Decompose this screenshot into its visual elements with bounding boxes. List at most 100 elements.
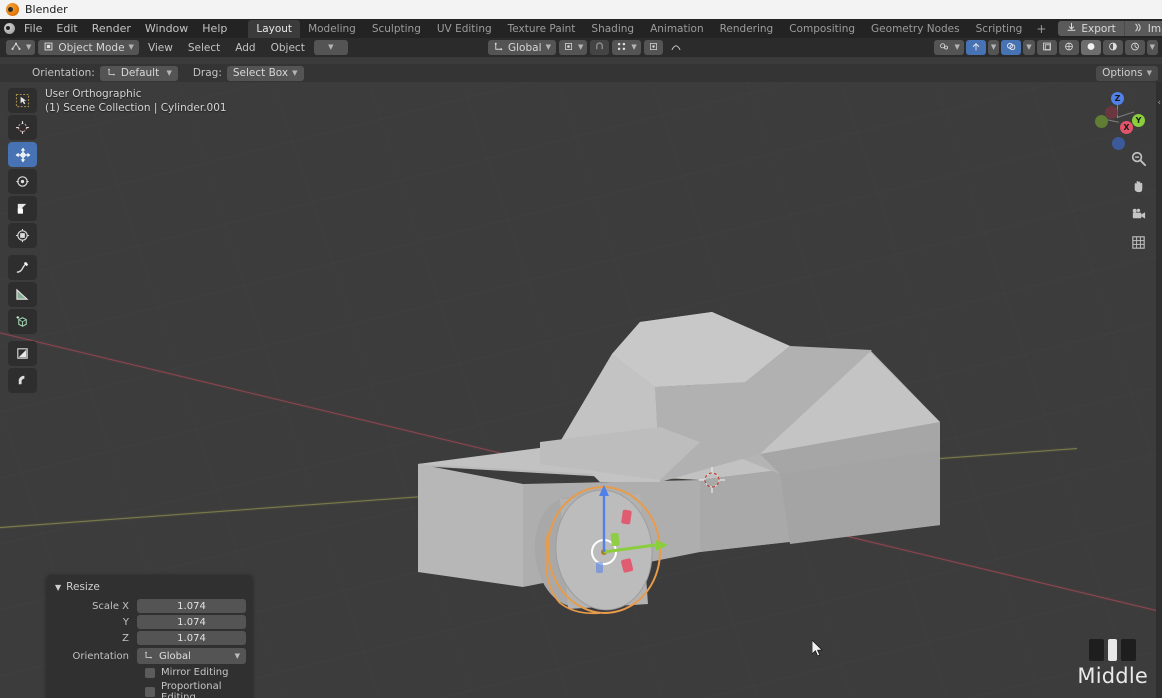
field-value[interactable]: 1.074 [137, 615, 246, 629]
gizmo-axis-x[interactable]: X [1120, 121, 1133, 134]
visibility-filter-button[interactable]: ▼ [934, 40, 964, 55]
mouse-indicator-label: Middle [1077, 664, 1148, 688]
gizmo-axis-neg-z[interactable] [1112, 137, 1125, 150]
shading-solid-button[interactable] [1080, 40, 1101, 55]
workspace-tabs: Layout Modeling Sculpting UV Editing Tex… [248, 19, 1052, 38]
tool-scale[interactable] [8, 196, 37, 221]
zoom-icon[interactable] [1128, 148, 1148, 168]
viewport-menu-view[interactable]: View [142, 40, 179, 55]
menu-render[interactable]: Render [85, 20, 138, 37]
pivot-point-selector[interactable]: ▼ [559, 40, 588, 55]
blender-menu-icon[interactable] [4, 21, 15, 36]
export-icon [1066, 22, 1077, 36]
mouse-left-button [1089, 639, 1105, 661]
field-orientation[interactable]: Orientation Global ▼ [53, 648, 246, 664]
gizmo-axis-neg-x[interactable] [1105, 106, 1118, 119]
chevron-down-icon: ▼ [578, 43, 584, 51]
tool-transform[interactable] [8, 223, 37, 248]
tab-texture-paint[interactable]: Texture Paint [500, 20, 584, 38]
visibility-filter-icon [938, 41, 950, 55]
3d-viewport[interactable]: User Orthographic (1) Scene Collection |… [0, 82, 1162, 698]
tab-uv-editing[interactable]: UV Editing [429, 20, 500, 38]
orientation-axis-icon [106, 67, 117, 80]
field-value[interactable]: 1.074 [137, 599, 246, 613]
tab-layout[interactable]: Layout [248, 19, 301, 38]
operator-panel-header[interactable]: ▼ Resize [53, 580, 246, 599]
tab-compositing[interactable]: Compositing [781, 20, 863, 38]
active-object-label: (1) Scene Collection | Cylinder.001 [45, 101, 227, 114]
options-button[interactable]: Options ▼ [1096, 65, 1158, 81]
field-label: Scale X [92, 600, 129, 612]
editor-type-button[interactable]: ▼ [6, 40, 36, 55]
gizmo-toggle-button[interactable] [965, 40, 986, 55]
tab-rendering[interactable]: Rendering [712, 20, 782, 38]
proportional-editing-icon [616, 41, 627, 55]
extra-menu-button[interactable]: ▼ [313, 40, 348, 55]
xray-toggle-button[interactable] [1036, 40, 1057, 55]
snap-target-button[interactable] [643, 40, 663, 55]
menu-window[interactable]: Window [138, 20, 195, 37]
viewport-menu-add[interactable]: Add [229, 40, 261, 55]
tool-add-cube[interactable] [8, 309, 37, 334]
shading-material-button[interactable] [1102, 40, 1123, 55]
tab-sculpting[interactable]: Sculpting [364, 20, 429, 38]
pan-hand-icon[interactable] [1128, 176, 1148, 196]
gizmo-axis-z[interactable]: Z [1111, 92, 1124, 105]
tool-measure[interactable] [8, 282, 37, 307]
viewport-menu-object[interactable]: Object [265, 40, 311, 55]
tab-modeling[interactable]: Modeling [300, 20, 364, 38]
field-label: Y [122, 616, 129, 628]
tab-geometry-nodes[interactable]: Geometry Nodes [863, 20, 968, 38]
tool-tweak-select[interactable] [8, 88, 37, 113]
transform-orientation-selector[interactable]: Global ▼ [488, 40, 556, 55]
field-value[interactable]: 1.074 [137, 631, 246, 645]
snap-toggle-button[interactable] [590, 40, 610, 55]
import-button[interactable]: Import [1123, 21, 1162, 36]
overlays-toggle-button[interactable] [1001, 40, 1022, 55]
checkbox-proportional-editing[interactable]: Proportional Editing [53, 681, 246, 698]
checkbox-mirror-editing[interactable]: Mirror Editing [53, 667, 246, 678]
orientation-dropdown[interactable]: Global ▼ [137, 648, 246, 664]
tool-shear[interactable] [8, 341, 37, 366]
checkbox-box[interactable] [145, 667, 155, 678]
camera-view-icon[interactable] [1128, 204, 1148, 224]
field-scale-x[interactable]: Scale X 1.074 [53, 599, 246, 613]
tool-spin[interactable] [8, 368, 37, 393]
tool-annotate[interactable] [8, 255, 37, 280]
menu-edit[interactable]: Edit [49, 20, 84, 37]
field-scale-z[interactable]: Z 1.074 [53, 631, 246, 645]
orientation-selector[interactable]: Default ▼ [99, 65, 178, 81]
overlays-dropdown[interactable]: ▼ [1023, 40, 1035, 55]
toggle-orthographic-icon[interactable] [1128, 232, 1148, 252]
proportional-editing-button[interactable]: ▼ [612, 40, 641, 55]
shading-wireframe-button[interactable] [1058, 40, 1079, 55]
export-button[interactable]: Export [1058, 21, 1124, 36]
add-workspace-button[interactable]: + [1030, 20, 1052, 38]
falloff-curve-button[interactable] [666, 40, 686, 55]
gizmo-axis-y[interactable]: Y [1132, 114, 1145, 127]
field-scale-y[interactable]: Y 1.074 [53, 615, 246, 629]
shading-dropdown[interactable]: ▼ [1146, 40, 1158, 55]
drag-mode-selector[interactable]: Select Box ▼ [226, 65, 304, 81]
mouse-right-button [1121, 639, 1137, 661]
shading-rendered-button[interactable] [1124, 40, 1145, 55]
tool-move[interactable] [8, 142, 37, 167]
transform-orientation-label: Global [508, 41, 542, 54]
tool-rotate[interactable] [8, 169, 37, 194]
viewport-menu-select[interactable]: Select [182, 40, 226, 55]
operator-redo-panel[interactable]: ▼ Resize Scale X 1.074 Y 1.074 Z 1.074 O… [47, 575, 252, 698]
sidebar-toggle-icon[interactable]: ‹ [1157, 98, 1161, 108]
field-label: Z [122, 632, 129, 644]
navigation-gizmo[interactable]: Z Y X [1086, 88, 1148, 150]
import-icon [1133, 22, 1144, 36]
gizmo-dropdown[interactable]: ▼ [987, 40, 1000, 55]
menu-help[interactable]: Help [195, 20, 234, 37]
tab-scripting[interactable]: Scripting [968, 20, 1031, 38]
interaction-mode-selector[interactable]: Object Mode ▼ [38, 40, 139, 55]
tab-animation[interactable]: Animation [642, 20, 712, 38]
viewport-header: ▼ Object Mode ▼ View Select Add Object ▼… [0, 38, 1162, 57]
checkbox-box[interactable] [145, 687, 155, 697]
menu-file[interactable]: File [17, 20, 49, 37]
tool-cursor[interactable] [8, 115, 37, 140]
tab-shading[interactable]: Shading [583, 20, 642, 38]
